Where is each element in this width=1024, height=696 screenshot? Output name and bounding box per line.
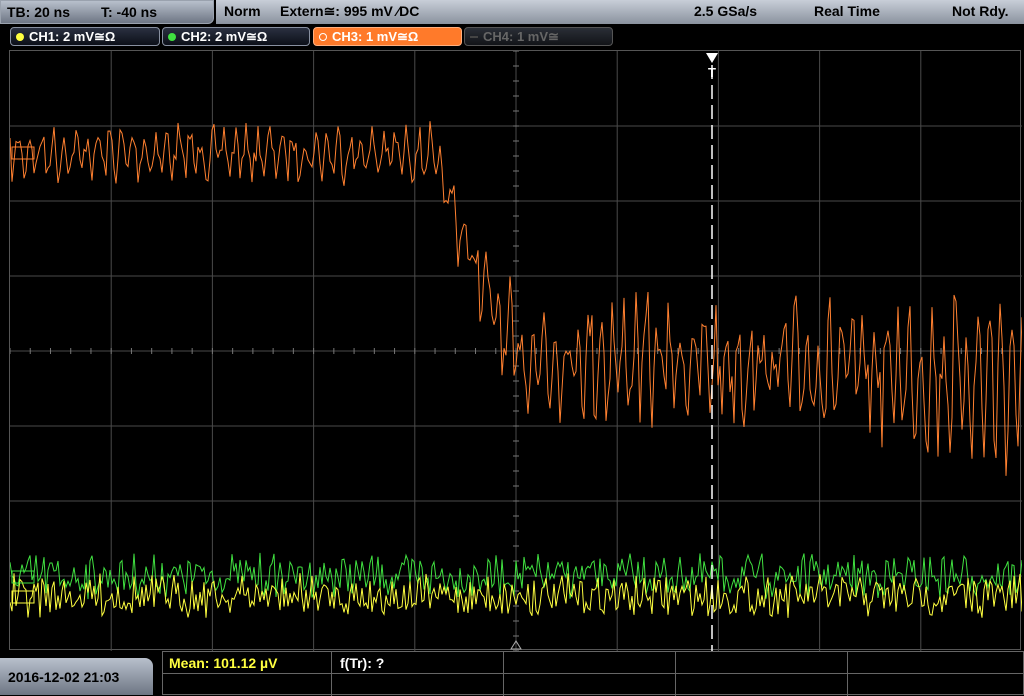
- timebase-panel[interactable]: TB: 20 ns T: -40 ns: [0, 0, 214, 24]
- ch2-indicator-icon: [168, 33, 176, 41]
- measurement-cell-8[interactable]: [676, 674, 848, 696]
- measurement-panel[interactable]: Mean: 101.12 µV f(Tr): ?: [162, 651, 1024, 696]
- waveform-canvas: T: [10, 51, 1022, 651]
- measurement-cell-6[interactable]: [332, 674, 504, 696]
- channel-2-tab[interactable]: CH2: 2 mV≅Ω: [162, 27, 310, 46]
- measurement-cell-4[interactable]: [676, 652, 848, 673]
- ch1-label: CH1: 2 mV≅Ω: [29, 29, 116, 44]
- channel-3-tab[interactable]: CH3: 1 mV≅Ω: [313, 27, 462, 46]
- channel-4-tab[interactable]: CH4: 1 mV≅: [464, 27, 613, 46]
- ch3-label: CH3: 1 mV≅Ω: [332, 29, 419, 44]
- ch4-label: CH4: 1 mV≅: [483, 29, 559, 44]
- measurement-cell-3[interactable]: [504, 652, 676, 673]
- waveform-display[interactable]: T: [9, 50, 1022, 651]
- ch2-label: CH2: 2 mV≅Ω: [181, 29, 268, 44]
- channel-1-tab[interactable]: CH1: 2 mV≅Ω: [10, 27, 160, 46]
- measurement-cell-1[interactable]: Mean: 101.12 µV: [163, 652, 332, 673]
- acq-mode-label: Norm: [224, 3, 261, 19]
- ch3-indicator-icon: [319, 33, 327, 41]
- measurement-cell-7[interactable]: [504, 674, 676, 696]
- measurement-cell-2[interactable]: f(Tr): ?: [332, 652, 504, 673]
- trigger-source-label: Extern≅: 995 mV ⁄DC: [280, 3, 420, 19]
- datetime-panel: 2016-12-02 21:03: [0, 658, 153, 695]
- measurement-mean: Mean: 101.12 µV: [169, 655, 278, 671]
- bottom-bar: 2016-12-02 21:03 Mean: 101.12 µV f(Tr): …: [0, 651, 1024, 696]
- acquisition-panel[interactable]: Norm Extern≅: 995 mV ⁄DC 2.5 GSa/s Real …: [216, 0, 1024, 24]
- status-label: Not Rdy.: [952, 3, 1009, 19]
- channel-bar: CH1: 2 mV≅Ω CH2: 2 mV≅Ω CH3: 1 mV≅Ω CH4:…: [0, 25, 1024, 49]
- timebase-label: TB: 20 ns: [7, 4, 71, 20]
- datetime-label: 2016-12-02 21:03: [8, 669, 120, 685]
- measurement-row-2: [163, 673, 1023, 696]
- ch4-indicator-icon: [470, 36, 478, 38]
- measurement-ftr: f(Tr): ?: [340, 655, 385, 671]
- trigger-arrow-icon: [706, 53, 718, 63]
- trigger-time-label: T: -40 ns: [101, 4, 158, 20]
- sample-rate-label: 2.5 GSa/s: [694, 3, 758, 19]
- ch1-indicator-icon: [16, 33, 24, 41]
- mode-label: Real Time: [814, 3, 880, 19]
- trigger-marker-label: T: [708, 65, 716, 80]
- measurement-cell-5[interactable]: [163, 674, 332, 696]
- top-status-bar: TB: 20 ns T: -40 ns Norm Extern≅: 995 mV…: [0, 0, 1024, 25]
